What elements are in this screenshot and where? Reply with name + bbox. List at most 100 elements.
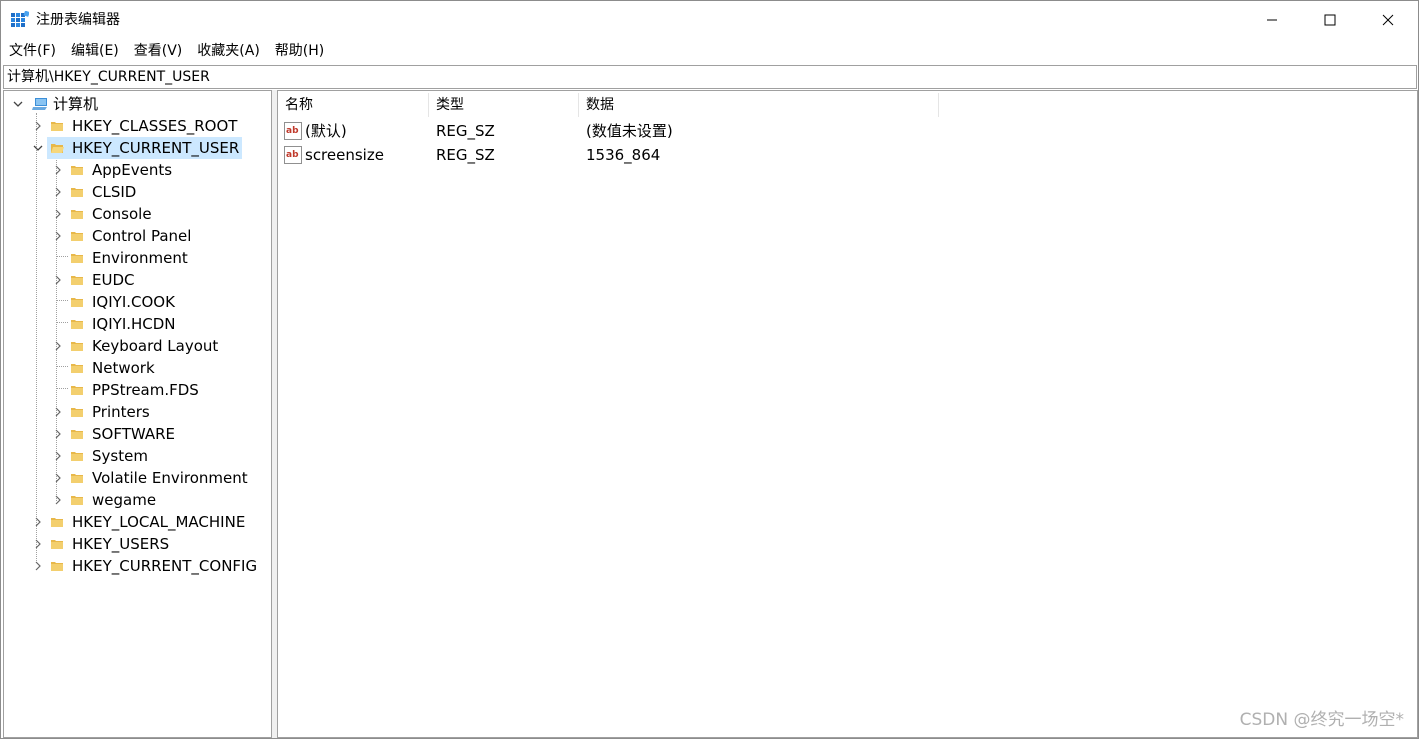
menu-favorites[interactable]: 收藏夹(A) bbox=[189, 39, 267, 63]
chevron-right-icon[interactable] bbox=[53, 275, 63, 285]
folder-icon bbox=[51, 122, 63, 131]
folder-icon bbox=[71, 276, 83, 285]
menu-edit[interactable]: 编辑(E) bbox=[63, 39, 126, 63]
value-name: screensize bbox=[305, 146, 384, 164]
tree-item-label: System bbox=[92, 447, 148, 465]
tree-item-label: HKEY_USERS bbox=[72, 535, 170, 553]
folder-icon bbox=[71, 166, 83, 175]
value-data: (数值未设置) bbox=[586, 122, 673, 140]
tree-item-label: 计算机 bbox=[53, 95, 99, 113]
folder-icon bbox=[71, 430, 83, 439]
chevron-right-icon[interactable] bbox=[53, 495, 63, 505]
maximize-button[interactable] bbox=[1307, 1, 1353, 39]
menu-bar: 文件(F) 编辑(E) 查看(V) 收藏夹(A) 帮助(H) bbox=[1, 39, 1418, 63]
tree-item-hkey-classes-root[interactable]: HKEY_CLASSES_ROOT bbox=[4, 115, 271, 137]
chevron-down-icon[interactable] bbox=[33, 143, 43, 153]
close-button[interactable] bbox=[1365, 1, 1411, 39]
tree-item-label: Printers bbox=[92, 403, 150, 421]
tree-item-hkey-local-machine[interactable]: HKEY_LOCAL_MACHINE bbox=[4, 511, 271, 533]
folder-icon bbox=[71, 408, 83, 417]
tree-item-label: PPStream.FDS bbox=[92, 381, 199, 399]
tree-item-hkey-users[interactable]: HKEY_USERS bbox=[4, 533, 271, 555]
tree-item-label: Volatile Environment bbox=[92, 469, 248, 487]
value-name: (默认) bbox=[305, 122, 347, 140]
folder-icon bbox=[71, 320, 83, 329]
values-list-pane[interactable]: 名称 类型 数据 ab (默认) REG_SZ (数值未设置) ab scree… bbox=[277, 90, 1418, 738]
tree-item-subkey[interactable]: IQIYI.COOK bbox=[4, 291, 271, 313]
tree-item-subkey[interactable]: EUDC bbox=[4, 269, 271, 291]
tree-item-label: AppEvents bbox=[92, 161, 173, 179]
tree-item-subkey[interactable]: Volatile Environment bbox=[4, 467, 271, 489]
tree-item-subkey[interactable]: Network bbox=[4, 357, 271, 379]
registry-editor-window: 注册表编辑器 文件(F) 编辑(E) 查看(V) 收藏夹(A) 帮助(H) 计算… bbox=[0, 0, 1419, 739]
chevron-right-icon[interactable] bbox=[53, 165, 63, 175]
folder-icon bbox=[71, 474, 83, 483]
tree-item-subkey[interactable]: Environment bbox=[4, 247, 271, 269]
column-header-type[interactable]: 类型 bbox=[429, 93, 579, 117]
folder-icon bbox=[71, 386, 83, 395]
tree-item-label: HKEY_LOCAL_MACHINE bbox=[72, 513, 246, 531]
tree-item-subkey[interactable]: Control Panel bbox=[4, 225, 271, 247]
minimize-button[interactable] bbox=[1249, 1, 1295, 39]
watermark: CSDN @终究一场空* bbox=[1239, 710, 1404, 730]
key-tree-pane[interactable]: 计算机 HKEY_CLASSES_ROOT HKEY_CURRENT_USER … bbox=[3, 90, 272, 738]
chevron-right-icon[interactable] bbox=[53, 231, 63, 241]
tree-item-subkey[interactable]: IQIYI.HCDN bbox=[4, 313, 271, 335]
column-header-data[interactable]: 数据 bbox=[579, 93, 939, 117]
value-row[interactable]: ab screensize REG_SZ 1536_864 bbox=[278, 143, 1178, 167]
value-row[interactable]: ab (默认) REG_SZ (数值未设置) bbox=[278, 119, 1178, 143]
computer-icon bbox=[32, 98, 47, 110]
tree-item-hkey-current-user[interactable]: HKEY_CURRENT_USER bbox=[4, 137, 271, 159]
folder-icon bbox=[71, 232, 83, 241]
chevron-right-icon[interactable] bbox=[33, 517, 43, 527]
tree-item-subkey[interactable]: Keyboard Layout bbox=[4, 335, 271, 357]
tree-item-subkey[interactable]: SOFTWARE bbox=[4, 423, 271, 445]
chevron-right-icon[interactable] bbox=[53, 341, 63, 351]
menu-view[interactable]: 查看(V) bbox=[126, 39, 190, 63]
folder-icon bbox=[71, 496, 83, 505]
tree-item-label: wegame bbox=[92, 491, 157, 509]
chevron-right-icon[interactable] bbox=[53, 209, 63, 219]
title-bar[interactable]: 注册表编辑器 bbox=[1, 1, 1418, 39]
tree-item-label: EUDC bbox=[92, 271, 135, 289]
close-icon bbox=[1382, 14, 1394, 26]
tree-item-label: Keyboard Layout bbox=[92, 337, 219, 355]
column-header-name[interactable]: 名称 bbox=[278, 93, 429, 117]
tree-item-subkey[interactable]: Printers bbox=[4, 401, 271, 423]
chevron-right-icon[interactable] bbox=[33, 539, 43, 549]
tree-item-subkey[interactable]: AppEvents bbox=[4, 159, 271, 181]
chevron-right-icon[interactable] bbox=[53, 407, 63, 417]
chevron-right-icon[interactable] bbox=[33, 121, 43, 131]
tree-item-computer[interactable]: 计算机 bbox=[4, 93, 271, 115]
menu-help[interactable]: 帮助(H) bbox=[267, 39, 331, 63]
open-folder-icon bbox=[51, 144, 64, 153]
tree-item-label: IQIYI.COOK bbox=[92, 293, 175, 311]
tree-item-subkey[interactable]: CLSID bbox=[4, 181, 271, 203]
chevron-right-icon[interactable] bbox=[33, 561, 43, 571]
tree-item-subkey[interactable]: wegame bbox=[4, 489, 271, 511]
folder-icon bbox=[71, 452, 83, 461]
string-value-icon: ab bbox=[284, 122, 302, 140]
svg-text:ab: ab bbox=[286, 150, 299, 160]
tree-item-subkey[interactable]: Console bbox=[4, 203, 271, 225]
menu-file[interactable]: 文件(F) bbox=[1, 39, 63, 63]
chevron-right-icon[interactable] bbox=[53, 429, 63, 439]
svg-text:ab: ab bbox=[286, 126, 299, 136]
tree-item-label: Environment bbox=[92, 249, 188, 267]
tree-item-subkey[interactable]: PPStream.FDS bbox=[4, 379, 271, 401]
value-type: REG_SZ bbox=[436, 122, 495, 140]
folder-icon bbox=[71, 254, 83, 263]
string-value-icon: ab bbox=[284, 146, 302, 164]
tree-item-subkey[interactable]: System bbox=[4, 445, 271, 467]
tree-item-hkey-current-config[interactable]: HKEY_CURRENT_CONFIG bbox=[4, 555, 271, 577]
window-title: 注册表编辑器 bbox=[36, 12, 120, 28]
address-bar[interactable]: 计算机\HKEY_CURRENT_USER bbox=[3, 65, 1417, 89]
tree-item-label: IQIYI.HCDN bbox=[92, 315, 176, 333]
chevron-right-icon[interactable] bbox=[53, 187, 63, 197]
chevron-down-icon[interactable] bbox=[13, 99, 23, 109]
chevron-right-icon[interactable] bbox=[53, 473, 63, 483]
minimize-icon bbox=[1267, 19, 1277, 21]
value-data: 1536_864 bbox=[586, 146, 661, 164]
chevron-right-icon[interactable] bbox=[53, 451, 63, 461]
folder-icon bbox=[51, 562, 63, 571]
